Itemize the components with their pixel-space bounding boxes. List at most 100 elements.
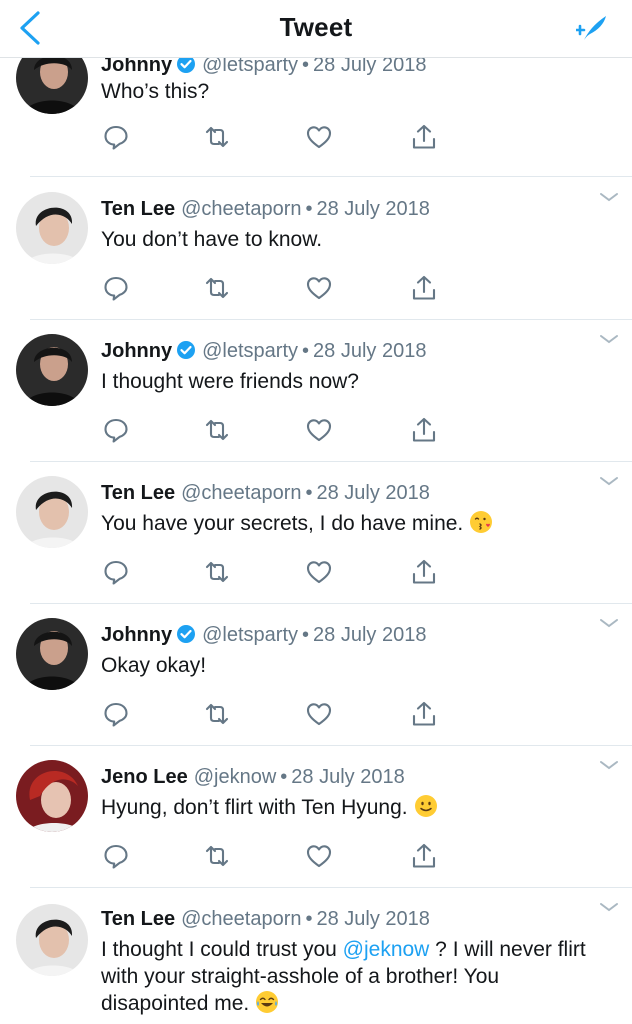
mention-link[interactable]: @jeknow: [343, 938, 430, 961]
separator-dot: •: [305, 482, 313, 504]
avatar[interactable]: [16, 904, 88, 976]
kiss-emoji: [470, 511, 493, 533]
reply-icon[interactable]: [102, 416, 130, 444]
handle[interactable]: @letsparty: [202, 340, 298, 362]
display-name[interactable]: Johnny: [101, 340, 172, 362]
share-icon[interactable]: [410, 558, 438, 586]
tweet-header: Ten Lee @cheetaporn • 28 July 2018: [101, 908, 430, 931]
tweet-date[interactable]: 28 July 2018: [313, 340, 426, 362]
chevron-down-icon[interactable]: [598, 900, 620, 914]
display-name[interactable]: Johnny: [101, 58, 172, 76]
verified-badge-icon: [177, 625, 196, 643]
tweet-header: Johnny @letsparty • 28 July 2018: [101, 624, 426, 647]
tweet-date[interactable]: 28 July 2018: [313, 624, 426, 646]
separator-dot: •: [305, 198, 313, 220]
tweet-header: Jeno Lee @jeknow • 28 July 2018: [101, 766, 405, 789]
tweet[interactable]: Johnny @letsparty • 28 July 2018 Okay okay!: [0, 604, 632, 746]
reply-icon[interactable]: [102, 123, 130, 151]
tweet[interactable]: Johnny @letsparty • 28 July 2018 Who’s this…: [0, 58, 632, 178]
tweet-actions: [100, 700, 440, 728]
retweet-icon[interactable]: [203, 700, 231, 728]
chevron-down-icon[interactable]: [598, 190, 620, 204]
tweet-text: I thought were friends now?: [101, 370, 359, 393]
heart-icon[interactable]: [305, 123, 333, 151]
tweet-text-body: Hyung, don’t flirt with Ten Hyung.: [101, 796, 408, 819]
heart-icon[interactable]: [305, 274, 333, 302]
tweet[interactable]: Johnny @letsparty • 28 July 2018 I thought …: [0, 320, 632, 462]
tweet-date[interactable]: 28 July 2018: [317, 908, 430, 930]
chevron-down-icon[interactable]: [598, 758, 620, 772]
separator-dot: •: [302, 58, 310, 76]
tweet-actions: [100, 842, 440, 870]
tweet-date[interactable]: 28 July 2018: [313, 58, 426, 76]
tweet-text: Who’s this?: [101, 80, 210, 103]
page-title: Tweet: [279, 12, 353, 42]
tweet-date[interactable]: 28 July 2018: [317, 198, 430, 220]
verified-badge-icon: [177, 58, 196, 73]
share-icon[interactable]: [410, 842, 438, 870]
heart-icon[interactable]: [305, 558, 333, 586]
handle[interactable]: @cheetaporn: [181, 198, 301, 220]
handle[interactable]: @cheetaporn: [181, 482, 301, 504]
chevron-down-icon[interactable]: [598, 474, 620, 488]
tweet-text: I thought I could trust you @jeknow ? I …: [101, 936, 592, 1017]
tweet[interactable]: Ten Lee @cheetaporn • 28 July 2018 You don’…: [0, 178, 632, 320]
tweet-date[interactable]: 28 July 2018: [317, 482, 430, 504]
tweet-text-body: You have your secrets, I do have mine.: [101, 512, 464, 535]
tweet-text: Hyung, don’t flirt with Ten Hyung.: [101, 794, 592, 821]
avatar[interactable]: [16, 334, 88, 406]
share-icon[interactable]: [410, 416, 438, 444]
tweet-text: You have your secrets, I do have mine.: [101, 510, 592, 537]
share-icon[interactable]: [410, 123, 438, 151]
display-name[interactable]: Ten Lee: [101, 198, 175, 220]
tweet-header: Johnny @letsparty • 28 July 2018: [101, 58, 426, 77]
avatar[interactable]: [16, 618, 88, 690]
chevron-down-icon[interactable]: [598, 616, 620, 630]
smile-emoji: [414, 795, 437, 817]
avatar[interactable]: [16, 476, 88, 548]
reply-icon[interactable]: [102, 558, 130, 586]
heart-icon[interactable]: [305, 700, 333, 728]
avatar[interactable]: [16, 58, 88, 114]
handle[interactable]: @letsparty: [202, 58, 298, 76]
reply-icon[interactable]: [102, 842, 130, 870]
display-name[interactable]: Jeno Lee: [101, 766, 188, 788]
handle[interactable]: @cheetaporn: [181, 908, 301, 930]
tweet[interactable]: Ten Lee @cheetaporn • 28 July 2018 You have…: [0, 462, 632, 604]
tweet-text: Okay okay!: [101, 654, 207, 677]
display-name[interactable]: Ten Lee: [101, 482, 175, 504]
tweet-header: Ten Lee @cheetaporn • 28 July 2018: [101, 482, 430, 505]
tweet[interactable]: Jeno Lee @jeknow • 28 July 2018 Hyung, don’…: [0, 746, 632, 888]
retweet-icon[interactable]: [203, 558, 231, 586]
retweet-icon[interactable]: [203, 416, 231, 444]
separator-dot: •: [302, 624, 310, 646]
avatar[interactable]: [16, 192, 88, 264]
handle[interactable]: @jeknow: [194, 766, 277, 788]
top-bar: Tweet: [0, 0, 632, 58]
reply-icon[interactable]: [102, 274, 130, 302]
tweet[interactable]: Ten Lee @cheetaporn • 28 July 2018 I though…: [0, 888, 632, 1024]
separator-dot: •: [302, 340, 310, 362]
verified-badge-icon: [177, 341, 196, 359]
display-name[interactable]: Ten Lee: [101, 908, 175, 930]
chevron-down-icon[interactable]: [598, 332, 620, 346]
tweet-header: Ten Lee @cheetaporn • 28 July 2018: [101, 198, 430, 221]
tweet-actions: [100, 416, 440, 444]
retweet-icon[interactable]: [203, 274, 231, 302]
reply-icon[interactable]: [102, 700, 130, 728]
heart-icon[interactable]: [305, 842, 333, 870]
tweet-header: Johnny @letsparty • 28 July 2018: [101, 340, 426, 363]
tweet-actions: [100, 558, 440, 586]
compose-icon[interactable]: [576, 12, 610, 44]
retweet-icon[interactable]: [203, 842, 231, 870]
divider: [30, 176, 632, 177]
avatar[interactable]: [16, 760, 88, 832]
retweet-icon[interactable]: [203, 123, 231, 151]
heart-icon[interactable]: [305, 416, 333, 444]
tweet-date[interactable]: 28 July 2018: [291, 766, 404, 788]
share-icon[interactable]: [410, 700, 438, 728]
share-icon[interactable]: [410, 274, 438, 302]
handle[interactable]: @letsparty: [202, 624, 298, 646]
tweet-feed: Johnny @letsparty • 28 July 2018 Who’s this…: [0, 58, 632, 1024]
display-name[interactable]: Johnny: [101, 624, 172, 646]
